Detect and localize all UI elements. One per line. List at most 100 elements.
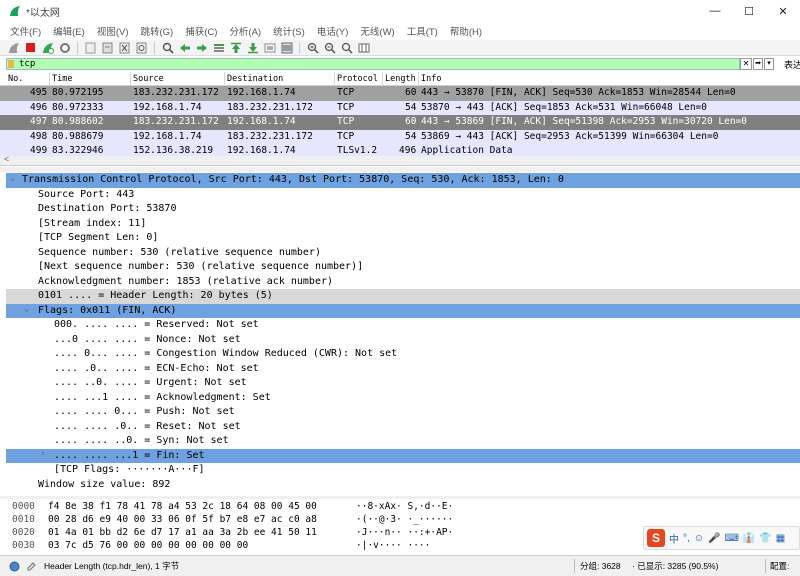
column-header-time[interactable]: Time: [52, 74, 72, 84]
options-gear-icon[interactable]: [57, 41, 72, 55]
hex-row[interactable]: 0000 f4 8e 38 f1 78 41 78 a4 53 2c 18 64…: [0, 501, 800, 514]
open-file-icon[interactable]: [83, 41, 98, 55]
ime-skin-icon[interactable]: 👔: [743, 533, 755, 544]
main-toolbar: [0, 40, 800, 56]
packet-row[interactable]: 499 83.322946 152.136.38.219 192.168.1.7…: [0, 144, 800, 156]
hex-bytes: 00 28 d6 e9 40 00 33 06 0f 5f b7 e8 e7 a…: [48, 514, 317, 525]
detail-tree-item[interactable]: [TCP Segment Len: 0]: [6, 231, 800, 246]
display-filter-input[interactable]: [6, 58, 740, 70]
detail-tree-item[interactable]: ...0 .... .... = Nonce: Not set: [6, 333, 800, 348]
go-to-packet-icon[interactable]: [211, 41, 226, 55]
menu-go[interactable]: 跳转(G): [134, 24, 179, 38]
save-file-icon[interactable]: [100, 41, 115, 55]
go-forward-icon[interactable]: [194, 41, 209, 55]
autoscroll-icon[interactable]: [262, 41, 277, 55]
detail-tree-item[interactable]: [Next sequence number: 530 (relative seq…: [6, 260, 800, 275]
detail-tree-item[interactable]: .... ..0. .... = Urgent: Not set: [6, 376, 800, 391]
zoom-normal-icon[interactable]: [339, 41, 354, 55]
expanded-arrow-icon[interactable]: ⌄: [24, 304, 29, 314]
menu-tools[interactable]: 工具(T): [401, 24, 444, 38]
packet-row[interactable]: 498 80.988679 192.168.1.74 183.232.231.1…: [0, 129, 800, 144]
column-header-destination[interactable]: Destination: [227, 74, 283, 84]
status-profile[interactable]: 配置:: [770, 560, 789, 572]
filter-apply-icon[interactable]: ➡: [753, 58, 763, 70]
detail-tree-item[interactable]: .... ...1 .... = Acknowledgment: Set: [6, 391, 800, 406]
go-last-icon[interactable]: [245, 41, 260, 55]
maximize-icon[interactable]: ☐: [732, 0, 766, 22]
scroll-left-icon[interactable]: <: [4, 154, 9, 164]
detail-tree-item[interactable]: .... .... 0... = Push: Not set: [6, 405, 800, 420]
filter-clear-button[interactable]: ✕: [740, 58, 752, 70]
colorize-icon[interactable]: [279, 41, 294, 55]
column-header-info[interactable]: Info: [421, 74, 441, 84]
menu-telephony[interactable]: 电话(Y): [311, 24, 355, 38]
expert-info-icon[interactable]: [9, 561, 20, 572]
detail-tree-item[interactable]: .... .... .0.. = Reset: Not set: [6, 420, 800, 435]
shark-fin-start-icon[interactable]: [6, 41, 21, 55]
detail-tree-item[interactable]: .... 0... .... = Congestion Window Reduc…: [6, 347, 800, 362]
detail-tree-item[interactable]: Sequence number: 530 (relative sequence …: [6, 246, 800, 261]
column-header-no[interactable]: No.: [8, 74, 23, 84]
reload-icon[interactable]: [134, 41, 149, 55]
menu-view[interactable]: 视图(V): [91, 24, 135, 38]
detail-tree-item[interactable]: [Stream index: 11]: [6, 217, 800, 232]
menu-statistics[interactable]: 统计(S): [267, 24, 311, 38]
sogou-ime-logo-icon[interactable]: S: [647, 529, 665, 547]
ime-emoji-icon[interactable]: ☺: [694, 533, 704, 544]
packet-row[interactable]: 495 80.972195 183.232.231.172 192.168.1.…: [0, 86, 800, 101]
minimize-icon[interactable]: —: [698, 0, 732, 22]
detail-tree-item[interactable]: Source Port: 443: [6, 188, 800, 203]
expanded-arrow-icon[interactable]: ⌄: [10, 173, 15, 183]
detail-tree-item[interactable]: .... .0.. .... = ECN-Echo: Not set: [6, 362, 800, 377]
edit-comment-icon[interactable]: [26, 561, 37, 572]
detail-tree-item[interactable]: Window size value: 892: [6, 478, 800, 493]
packet-list-scrollbar[interactable]: <: [0, 154, 800, 165]
close-file-icon[interactable]: [117, 41, 132, 55]
close-icon[interactable]: ✕: [766, 0, 800, 22]
cell-source: 152.136.38.219: [133, 145, 214, 156]
restart-icon[interactable]: [40, 41, 55, 55]
find-icon[interactable]: [160, 41, 175, 55]
detail-tree-item[interactable]: Acknowledgment number: 1853 (relative ac…: [6, 275, 800, 290]
go-back-icon[interactable]: [177, 41, 192, 55]
detail-tree-label: Window size value: 892: [38, 478, 171, 490]
menu-edit[interactable]: 编辑(E): [47, 24, 91, 38]
ime-keyboard-icon[interactable]: ⌨: [724, 533, 738, 544]
ime-toolbox-icon[interactable]: ▦: [776, 533, 785, 544]
filter-expression-button[interactable]: 表达: [784, 58, 800, 71]
detail-tree-item[interactable]: 0101 .... = Header Length: 20 bytes (5): [6, 289, 800, 304]
go-first-icon[interactable]: [228, 41, 243, 55]
detail-tree-item[interactable]: [TCP Flags: ·······A···F]: [6, 463, 800, 478]
ime-voice-icon[interactable]: 🎤: [708, 533, 720, 544]
detail-tree-item[interactable]: › .... .... ...1 = Fin: Set: [6, 448, 800, 463]
cell-time: 80.988679: [52, 130, 104, 142]
detail-tree-item[interactable]: 000. .... .... = Reserved: Not set: [6, 318, 800, 333]
ime-punctuation-icon[interactable]: °,: [683, 533, 690, 544]
menu-wireless[interactable]: 无线(W): [354, 24, 400, 38]
column-header-source[interactable]: Source: [133, 74, 164, 84]
column-header-protocol[interactable]: Protocol: [337, 74, 378, 84]
menu-capture[interactable]: 捕获(C): [179, 24, 223, 38]
zoom-out-icon[interactable]: [322, 41, 337, 55]
zoom-in-icon[interactable]: [305, 41, 320, 55]
ime-chinese-mode[interactable]: 中: [669, 531, 679, 546]
detail-tree-item[interactable]: ⌄ Transmission Control Protocol, Src Port…: [6, 173, 800, 188]
packet-row-selected[interactable]: 497 80.988602 183.232.231.172 192.168.1.…: [0, 115, 800, 130]
packet-row[interactable]: 496 80.972333 192.168.1.74 183.232.231.1…: [0, 100, 800, 115]
menu-analyze[interactable]: 分析(A): [223, 24, 267, 38]
cell-source: 192.168.1.74: [133, 130, 202, 142]
cell-protocol: TCP: [337, 101, 355, 113]
ime-shirt-icon[interactable]: 👕: [759, 533, 771, 544]
menu-help[interactable]: 帮助(H): [444, 24, 488, 38]
detail-tree-item[interactable]: Destination Port: 53870: [6, 202, 800, 217]
detail-tree-label: .... ...1 .... = Acknowledgment: Set: [54, 391, 271, 403]
column-header-length[interactable]: Length: [385, 74, 416, 84]
detail-tree-item[interactable]: .... .... ..0. = Syn: Not set: [6, 434, 800, 449]
resize-columns-icon[interactable]: [356, 41, 371, 55]
filter-bookmark-icon[interactable]: [8, 60, 14, 68]
stop-icon[interactable]: [23, 41, 38, 55]
menu-file[interactable]: 文件(F): [4, 24, 47, 38]
filter-dropdown-icon[interactable]: ▾: [764, 58, 774, 70]
collapsed-arrow-icon[interactable]: ›: [40, 449, 45, 459]
detail-tree-item[interactable]: ⌄ Flags: 0x011 (FIN, ACK): [6, 303, 800, 318]
